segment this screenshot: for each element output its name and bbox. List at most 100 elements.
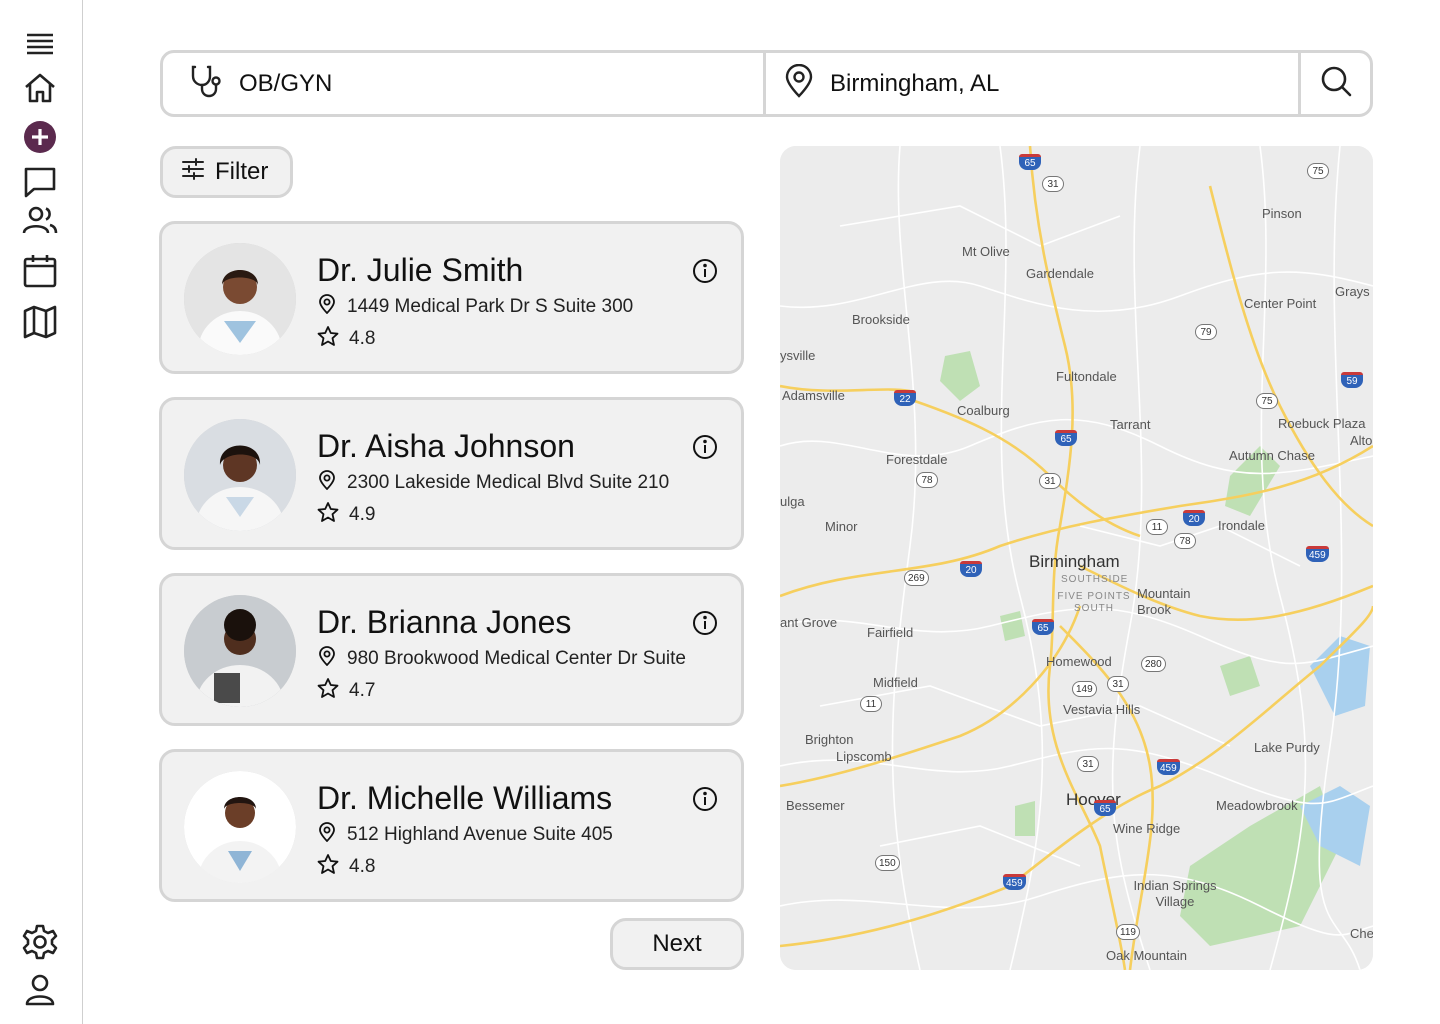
doctor-address: 980 Brookwood Medical Center Dr Suite: [317, 646, 686, 672]
info-button[interactable]: [691, 434, 719, 463]
star-icon: [317, 677, 339, 705]
calendar-icon[interactable]: [20, 251, 60, 291]
doctor-avatar: [184, 771, 296, 883]
map-label: Coalburg: [957, 403, 1010, 418]
star-icon: [317, 325, 339, 353]
map-label: Fultondale: [1056, 369, 1117, 384]
doctor-address: 512 Highland Avenue Suite 405: [317, 822, 613, 848]
highway-shield: 269: [904, 570, 929, 586]
doctor-avatar: [184, 595, 296, 707]
highway-shield: 75: [1307, 163, 1329, 179]
doctor-address: 1449 Medical Park Dr S Suite 300: [317, 294, 633, 320]
rating-value: 4.7: [349, 680, 376, 701]
map-label: Wine Ridge: [1113, 821, 1181, 836]
settings-icon[interactable]: [20, 922, 60, 962]
map-label: Forestdale: [886, 452, 948, 467]
sliders-icon: [181, 157, 205, 188]
location-pin-icon: [317, 822, 337, 848]
chat-icon[interactable]: [20, 162, 60, 202]
map-label: Brighton: [805, 732, 854, 747]
rating-value: 4.9: [349, 504, 376, 525]
filter-button[interactable]: Filter: [160, 146, 293, 198]
search-bar: [160, 50, 1373, 117]
map-label: Meadowbrook: [1216, 798, 1298, 813]
highway-shield: 149: [1072, 681, 1097, 697]
map-label: Center Point: [1244, 296, 1317, 311]
highway-shield: 150: [875, 855, 900, 871]
profile-icon[interactable]: [20, 970, 60, 1010]
doctor-rating: 4.8: [317, 325, 375, 353]
address-text: 512 Highland Avenue Suite 405: [347, 824, 613, 845]
users-icon[interactable]: [20, 200, 60, 240]
info-button[interactable]: [691, 610, 719, 641]
info-button[interactable]: [691, 786, 719, 817]
doctor-rating: 4.8: [317, 853, 375, 881]
location-input[interactable]: [830, 69, 1250, 98]
highway-shield: 79: [1195, 324, 1217, 340]
next-button[interactable]: Next: [610, 918, 744, 970]
doctor-rating: 4.7: [317, 677, 375, 705]
address-text: 980 Brookwood Medical Center Dr Suite: [347, 648, 687, 669]
location-pin-icon: [782, 63, 816, 103]
doctor-name: Dr. Brianna Jones: [317, 604, 572, 640]
highway-shield: 31: [1107, 676, 1129, 692]
info-icon: [692, 610, 718, 641]
doctor-avatar: [184, 419, 296, 531]
map-view[interactable]: Mt Olive Gardendale Pinson Center Point …: [780, 146, 1373, 970]
specialty-field[interactable]: [163, 53, 766, 114]
info-icon: [692, 786, 718, 817]
rating-value: 4.8: [349, 328, 376, 349]
doctor-address: 2300 Lakeside Medical Blvd Suite 210: [317, 470, 669, 496]
map-label: Lipscomb: [836, 749, 892, 764]
highway-shield: 31: [1042, 176, 1064, 192]
map-label: Lake Purdy: [1254, 740, 1320, 755]
home-icon[interactable]: [20, 68, 60, 108]
location-pin-icon: [317, 470, 337, 496]
doctor-card[interactable]: Dr. Julie Smith 1449 Medical Park Dr S S…: [159, 221, 744, 374]
interstate-shield: 65: [1055, 430, 1077, 446]
menu-icon[interactable]: [20, 24, 60, 64]
highway-shield: 119: [1116, 924, 1140, 940]
interstate-shield: 22: [894, 390, 916, 406]
search-icon: [1319, 64, 1353, 103]
highway-shield: 78: [916, 472, 938, 488]
highway-shield: 11: [1146, 519, 1168, 535]
map-label: Mountain Brook: [1137, 586, 1191, 617]
location-pin-icon: [317, 294, 337, 320]
map-label: Vestavia Hills: [1063, 702, 1141, 717]
doctor-rating: 4.9: [317, 501, 375, 529]
map-label: FIVE POINTS SOUTH: [1057, 591, 1131, 614]
map-label: Fairfield: [867, 625, 914, 640]
doctor-card[interactable]: Dr. Brianna Jones 980 Brookwood Medical …: [159, 573, 744, 726]
map-label: Indian Springs Village: [1133, 878, 1217, 909]
add-icon[interactable]: [20, 117, 60, 157]
info-icon: [692, 258, 718, 289]
map-label: SOUTHSIDE: [1061, 574, 1129, 585]
highway-shield: 31: [1039, 473, 1061, 489]
map-label: Tarrant: [1110, 417, 1151, 432]
map-label: Che: [1350, 926, 1373, 941]
map-icon[interactable]: [20, 302, 60, 342]
map-label: Alto: [1350, 433, 1373, 448]
info-button[interactable]: [691, 258, 719, 289]
specialty-input[interactable]: [239, 69, 659, 98]
interstate-shield: 20: [1183, 510, 1205, 526]
location-field[interactable]: [766, 53, 1301, 114]
map-label: Bessemer: [786, 798, 845, 813]
map-label: ant Grove: [780, 615, 838, 630]
map-label: Roebuck Plaza: [1278, 416, 1366, 431]
highway-shield: 280: [1141, 656, 1166, 672]
location-pin-icon: [317, 646, 337, 672]
highway-shield: 11: [860, 696, 882, 712]
highway-shield: 75: [1256, 393, 1278, 409]
interstate-shield: 65: [1019, 154, 1041, 170]
search-button[interactable]: [1301, 53, 1370, 114]
doctor-card[interactable]: Dr. Michelle Williams 512 Highland Avenu…: [159, 749, 744, 902]
rating-value: 4.8: [349, 856, 376, 877]
stethoscope-icon: [189, 63, 225, 104]
map-label: Brookside: [852, 312, 910, 327]
interstate-shield: 59: [1341, 372, 1363, 388]
doctor-card[interactable]: Dr. Aisha Johnson 2300 Lakeside Medical …: [159, 397, 744, 550]
map-label: Autumn Chase: [1229, 448, 1315, 463]
highway-shield: 78: [1174, 533, 1196, 549]
